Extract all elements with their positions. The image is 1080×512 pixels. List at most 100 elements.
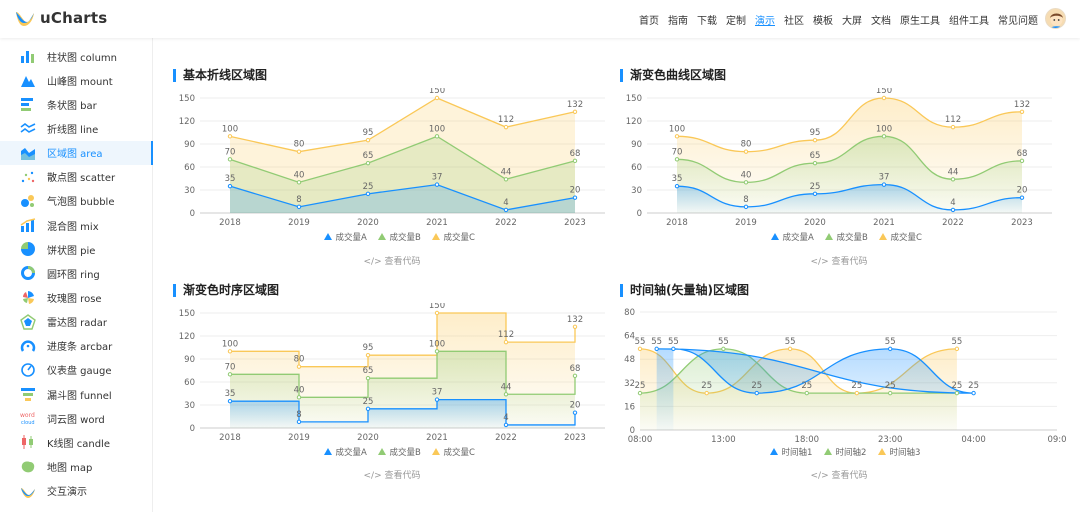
data-point[interactable]: [572, 109, 578, 114]
nav-item[interactable]: 首页: [639, 12, 659, 27]
data-point[interactable]: [227, 349, 233, 354]
data-point[interactable]: [365, 137, 371, 143]
sidebar-item[interactable]: K线图 candle: [0, 430, 153, 454]
legend-item[interactable]: 时间轴3: [878, 447, 920, 458]
legend-item[interactable]: 成交量C: [432, 232, 475, 243]
legend-item[interactable]: 时间轴1: [770, 447, 812, 458]
data-point[interactable]: [365, 375, 371, 381]
data-point[interactable]: [654, 346, 659, 352]
data-point[interactable]: [971, 390, 976, 396]
data-point[interactable]: [572, 324, 578, 329]
data-point[interactable]: [572, 410, 578, 415]
data-point[interactable]: [572, 158, 578, 164]
data-point[interactable]: [227, 134, 233, 139]
data-point[interactable]: [572, 373, 578, 379]
data-point[interactable]: [637, 346, 643, 352]
nav-item[interactable]: 组件工具: [949, 12, 989, 27]
sidebar-item[interactable]: word cloud 词云图 word: [0, 406, 153, 430]
data-point[interactable]: [888, 390, 893, 396]
view-code-link[interactable]: </> 查看代码: [332, 468, 452, 481]
sidebar-item[interactable]: 条状图 bar: [0, 92, 153, 116]
data-point[interactable]: [812, 160, 818, 166]
sidebar-item[interactable]: 柱状图 column: [0, 44, 153, 68]
data-point[interactable]: [721, 346, 726, 352]
data-point[interactable]: [812, 137, 818, 143]
legend-item[interactable]: 时间轴2: [824, 447, 866, 458]
data-point[interactable]: [674, 134, 680, 139]
nav-item[interactable]: 原生工具: [900, 12, 940, 27]
data-point[interactable]: [227, 398, 233, 404]
sidebar-item[interactable]: 地图 map: [0, 455, 153, 479]
data-point[interactable]: [743, 204, 749, 210]
sidebar-item[interactable]: 玫瑰图 rose: [0, 286, 153, 310]
data-point[interactable]: [881, 95, 887, 101]
data-point[interactable]: [296, 204, 302, 210]
data-point[interactable]: [754, 390, 759, 396]
data-point[interactable]: [434, 310, 440, 316]
data-point[interactable]: [434, 349, 440, 354]
sidebar-item[interactable]: 雷达图 radar: [0, 310, 153, 334]
user-avatar[interactable]: [1045, 8, 1066, 29]
data-point[interactable]: [881, 182, 887, 187]
sidebar-item[interactable]: 仪表盘 gauge: [0, 358, 153, 382]
sidebar-item[interactable]: 漏斗图 funnel: [0, 382, 153, 406]
legend-item[interactable]: 成交量C: [432, 447, 475, 458]
data-point[interactable]: [881, 134, 887, 139]
legend-item[interactable]: 成交量B: [378, 447, 421, 458]
data-point[interactable]: [954, 346, 960, 352]
legend-item[interactable]: 成交量B: [825, 232, 868, 243]
view-code-link[interactable]: </> 查看代码: [332, 254, 452, 267]
data-point[interactable]: [743, 180, 749, 185]
sidebar-item[interactable]: 气泡图 bubble: [0, 189, 153, 213]
data-point[interactable]: [227, 372, 233, 377]
data-point[interactable]: [812, 191, 818, 197]
data-point[interactable]: [434, 397, 440, 402]
data-point[interactable]: [637, 390, 643, 396]
nav-item[interactable]: 模板: [813, 12, 833, 27]
data-point[interactable]: [503, 392, 509, 397]
data-point[interactable]: [674, 157, 680, 162]
data-point[interactable]: [296, 419, 302, 425]
data-point[interactable]: [365, 406, 371, 412]
data-point[interactable]: [671, 346, 676, 352]
data-point[interactable]: [227, 157, 233, 162]
nav-item[interactable]: 大屏: [842, 12, 862, 27]
data-point[interactable]: [1019, 109, 1025, 114]
data-point[interactable]: [365, 352, 371, 358]
data-point[interactable]: [854, 390, 860, 396]
view-code-link[interactable]: </> 查看代码: [779, 254, 899, 267]
nav-item[interactable]: 指南: [668, 12, 688, 27]
nav-item[interactable]: 定制: [726, 12, 746, 27]
data-point[interactable]: [888, 346, 893, 352]
legend-item[interactable]: 成交量A: [324, 232, 367, 243]
data-point[interactable]: [804, 390, 810, 396]
data-point[interactable]: [227, 183, 233, 189]
data-point[interactable]: [365, 191, 371, 197]
nav-item[interactable]: 社区: [784, 12, 804, 27]
data-point[interactable]: [950, 207, 956, 213]
nav-item[interactable]: 下载: [697, 12, 717, 27]
data-point[interactable]: [365, 160, 371, 166]
data-point[interactable]: [1019, 158, 1025, 164]
nav-item[interactable]: 常见问题: [998, 12, 1038, 27]
data-point[interactable]: [503, 124, 509, 130]
view-code-link[interactable]: </> 查看代码: [779, 468, 899, 481]
data-point[interactable]: [572, 195, 578, 200]
data-point[interactable]: [503, 422, 509, 428]
sidebar-item[interactable]: 区域图 area: [0, 140, 153, 165]
data-point[interactable]: [743, 149, 749, 154]
data-point[interactable]: [787, 346, 793, 352]
data-point[interactable]: [434, 134, 440, 139]
data-point[interactable]: [674, 183, 680, 189]
data-point[interactable]: [954, 390, 960, 396]
data-point[interactable]: [503, 339, 509, 345]
logo[interactable]: uCharts: [14, 8, 107, 28]
legend-item[interactable]: 成交量A: [324, 447, 367, 458]
data-point[interactable]: [704, 390, 709, 396]
data-point[interactable]: [296, 395, 302, 400]
data-point[interactable]: [950, 124, 956, 130]
data-point[interactable]: [296, 149, 302, 154]
nav-item[interactable]: 演示: [755, 12, 775, 27]
sidebar-item[interactable]: 混合图 mix: [0, 213, 153, 237]
data-point[interactable]: [296, 180, 302, 185]
